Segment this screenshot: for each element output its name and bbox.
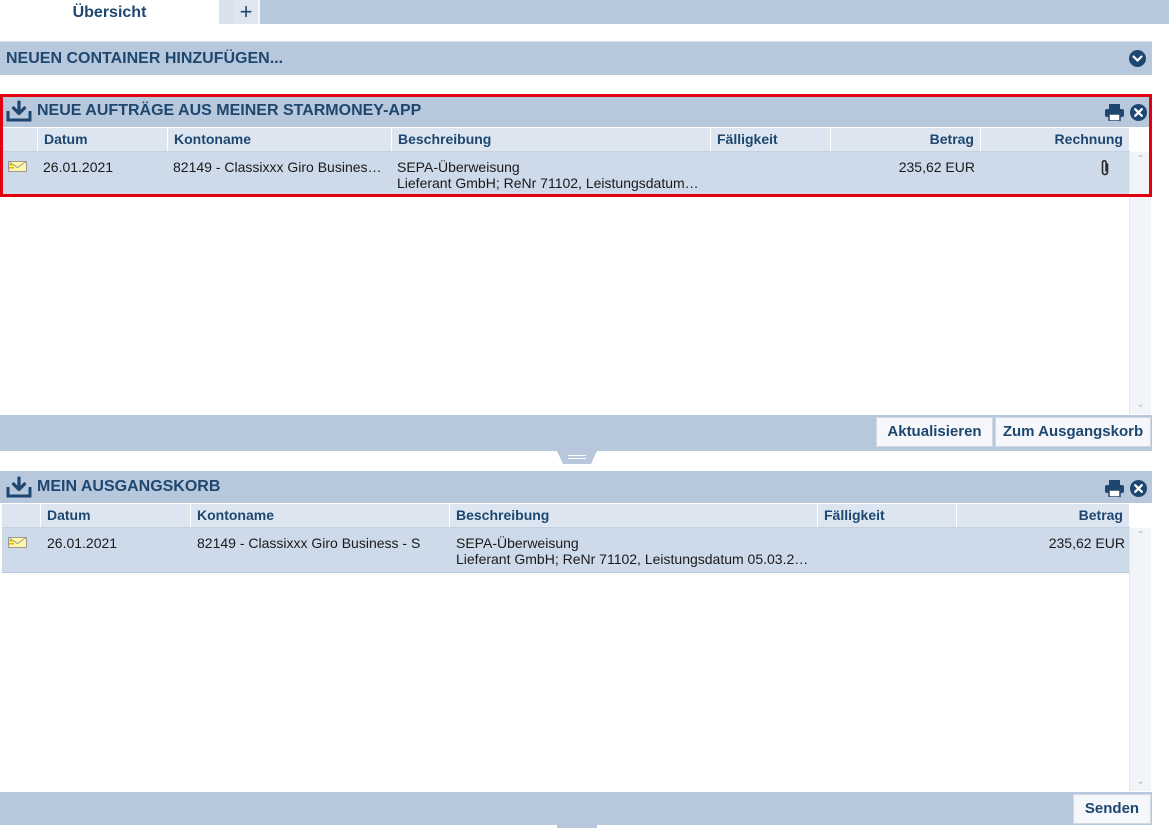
envelope-icon bbox=[8, 537, 27, 548]
panel-outbox-title: MEIN AUSGANGSKORB bbox=[37, 478, 221, 495]
column-faelligkeit[interactable]: Fälligkeit bbox=[711, 128, 831, 151]
cell-betrag: 235,62 EUR bbox=[1048, 535, 1125, 551]
splitter-handle[interactable] bbox=[557, 451, 597, 464]
envelope-icon bbox=[8, 161, 27, 172]
add-container-label: NEUEN CONTAINER HINZUFÜGEN... bbox=[6, 50, 284, 67]
refresh-button[interactable]: Aktualisieren bbox=[876, 417, 993, 447]
column-icon bbox=[2, 504, 41, 527]
send-button[interactable]: Senden bbox=[1073, 794, 1151, 824]
add-tab-button[interactable]: + bbox=[234, 0, 258, 24]
panel-new-orders: NEUE AUFTRÄGE AUS MEINER STARMONEY-APP D… bbox=[0, 95, 1152, 451]
paperclip-icon[interactable] bbox=[1099, 159, 1111, 176]
column-betrag[interactable]: Betrag bbox=[831, 128, 981, 151]
cell-beschreibung-line1: SEPA-Überweisung bbox=[456, 535, 579, 551]
tab-divider bbox=[258, 0, 260, 24]
close-icon[interactable] bbox=[1130, 480, 1147, 497]
panel-outbox-header: MEIN AUSGANGSKORB bbox=[0, 471, 1152, 503]
panel-outbox-footer: Senden bbox=[0, 792, 1152, 825]
table-header: Datum Kontoname Beschreibung Fälligkeit … bbox=[2, 504, 1130, 528]
to-outbox-button[interactable]: Zum Ausgangskorb bbox=[995, 417, 1151, 447]
column-beschreibung[interactable]: Beschreibung bbox=[392, 128, 711, 151]
close-icon[interactable] bbox=[1130, 104, 1147, 121]
column-betrag[interactable]: Betrag bbox=[957, 504, 1130, 527]
panel-new-orders-footer: Aktualisieren Zum Ausgangskorb bbox=[0, 415, 1152, 451]
scroll-down-icon[interactable]: ⌄ bbox=[1130, 776, 1151, 787]
cell-datum: 26.01.2021 bbox=[47, 535, 118, 551]
tab-spacer bbox=[219, 0, 234, 24]
download-icon bbox=[6, 476, 32, 498]
scroll-up-icon[interactable]: ⌃ bbox=[1130, 154, 1151, 165]
panel-outbox: MEIN AUSGANGSKORB Datum Kontoname Beschr… bbox=[0, 471, 1152, 825]
column-kontoname[interactable]: Kontoname bbox=[168, 128, 392, 151]
column-rechnung[interactable]: Rechnung bbox=[981, 128, 1130, 151]
add-container-bar[interactable]: NEUEN CONTAINER HINZUFÜGEN... bbox=[0, 41, 1152, 75]
cell-betrag: 235,62 EUR bbox=[898, 159, 975, 175]
table-row[interactable]: 26.01.2021 82149 - Classixxx Giro Busine… bbox=[2, 152, 1129, 197]
cell-beschreibung-line2: Lieferant GmbH; ReNr 71102, Leistungsdat… bbox=[456, 551, 814, 567]
chevron-down-icon[interactable] bbox=[1129, 50, 1146, 67]
cell-kontoname: 82149 - Classixxx Giro Business - S bbox=[173, 159, 383, 175]
cell-beschreibung-line2: Lieferant GmbH; ReNr 71102, Leistungsdat… bbox=[397, 175, 702, 191]
tab-bar: Übersicht + bbox=[0, 0, 1169, 24]
cell-beschreibung-line1: SEPA-Überweisung bbox=[397, 159, 520, 175]
print-icon[interactable] bbox=[1105, 480, 1124, 497]
cell-kontoname: 82149 - Classixxx Giro Business - S bbox=[197, 535, 421, 551]
cell-datum: 26.01.2021 bbox=[43, 159, 114, 175]
panel-new-orders-header: NEUE AUFTRÄGE AUS MEINER STARMONEY-APP bbox=[0, 95, 1152, 127]
panel-new-orders-title: NEUE AUFTRÄGE AUS MEINER STARMONEY-APP bbox=[37, 102, 422, 119]
scrollbar[interactable]: ⌃ ⌄ bbox=[1129, 152, 1151, 414]
download-icon bbox=[6, 100, 32, 122]
column-kontoname[interactable]: Kontoname bbox=[191, 504, 450, 527]
scroll-up-icon[interactable]: ⌃ bbox=[1130, 530, 1151, 541]
column-beschreibung[interactable]: Beschreibung bbox=[450, 504, 818, 527]
column-datum[interactable]: Datum bbox=[38, 128, 168, 151]
print-icon[interactable] bbox=[1105, 104, 1124, 121]
column-datum[interactable]: Datum bbox=[41, 504, 191, 527]
column-icon bbox=[2, 128, 38, 151]
column-faelligkeit[interactable]: Fälligkeit bbox=[818, 504, 957, 527]
scroll-down-icon[interactable]: ⌄ bbox=[1130, 399, 1151, 410]
table-header: Datum Kontoname Beschreibung Fälligkeit … bbox=[2, 128, 1130, 152]
table-row[interactable]: 26.01.2021 82149 - Classixxx Giro Busine… bbox=[2, 528, 1129, 573]
tab-uebersicht[interactable]: Übersicht bbox=[0, 0, 219, 24]
scrollbar[interactable]: ⌃ ⌄ bbox=[1129, 528, 1151, 791]
